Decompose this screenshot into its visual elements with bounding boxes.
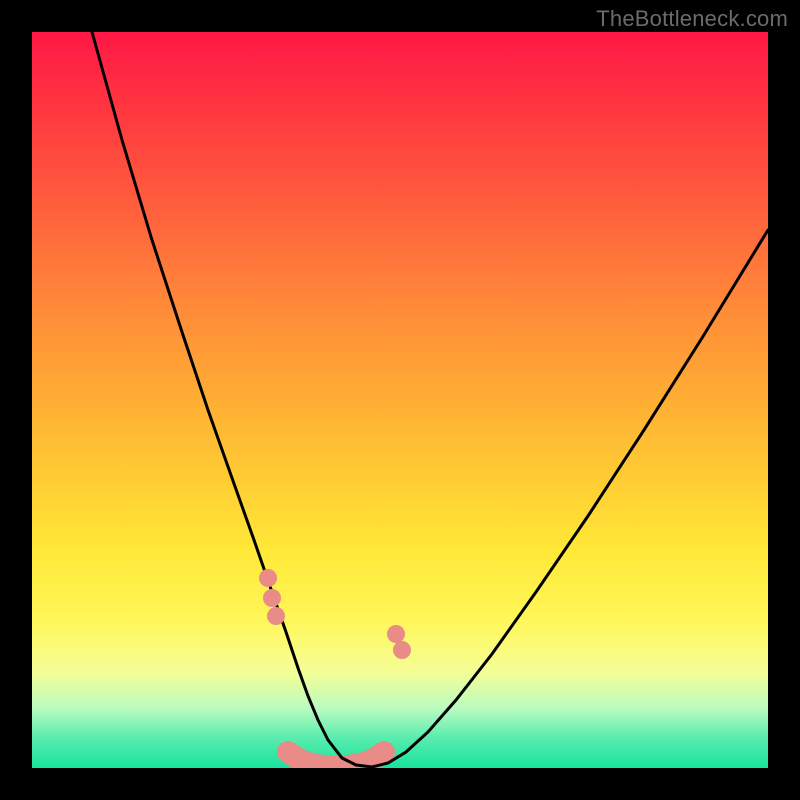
marker-dot xyxy=(263,589,281,607)
chart-frame: TheBottleneck.com xyxy=(0,0,800,800)
plot-area xyxy=(32,32,768,768)
marker-dot xyxy=(259,569,277,587)
trough-stroke xyxy=(288,752,384,767)
watermark-text: TheBottleneck.com xyxy=(596,6,788,32)
chart-svg xyxy=(32,32,768,768)
bottleneck-curve xyxy=(92,32,768,767)
marker-dots xyxy=(259,569,411,659)
marker-dot xyxy=(267,607,285,625)
marker-dot xyxy=(387,625,405,643)
marker-dot xyxy=(393,641,411,659)
trough-band xyxy=(288,752,384,767)
